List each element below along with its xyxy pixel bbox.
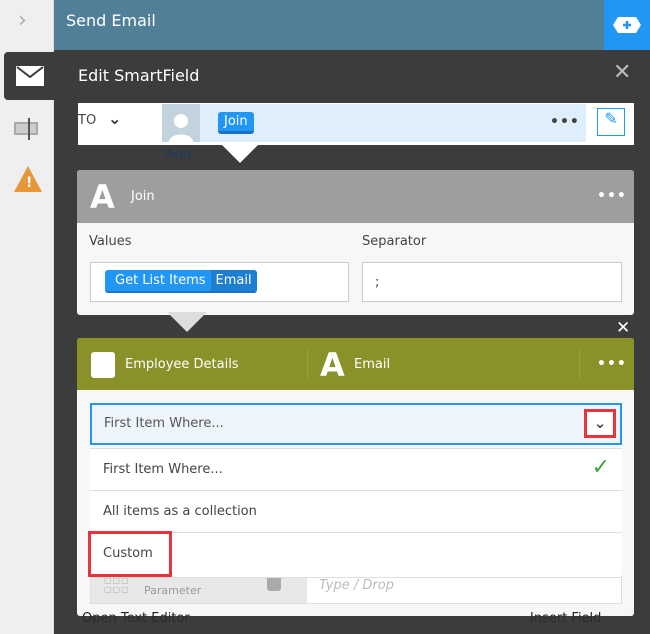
grid-icon: ▢▢▢ ▢▢▢	[104, 576, 130, 594]
source-name: Employee Details	[125, 357, 239, 372]
list-item-chip[interactable]: Get List Items Email	[105, 270, 257, 293]
join-chip[interactable]: Join	[218, 112, 254, 134]
mail-icon	[16, 66, 44, 86]
chevron-right-icon[interactable]: ›	[18, 8, 27, 33]
more-icon[interactable]: •••	[597, 188, 627, 204]
add-badge-icon	[613, 17, 641, 33]
highlight-custom	[88, 531, 172, 577]
text-function-icon: A	[90, 178, 115, 216]
action-title: Send Email	[66, 11, 156, 30]
dialog-title: Edit SmartField	[78, 66, 200, 85]
option-all-items[interactable]: All items as a collection	[90, 491, 622, 533]
option-first-item[interactable]: First Item Where... ✓	[90, 449, 622, 491]
close-icon[interactable]: ✕	[616, 318, 630, 338]
close-icon[interactable]: ✕	[613, 60, 631, 85]
separator-field[interactable]: ;	[362, 262, 622, 302]
separator-label: Separator	[362, 234, 427, 249]
user-icon[interactable]	[162, 104, 200, 142]
chevron-down-icon[interactable]: ⌄	[584, 409, 616, 438]
add-button[interactable]	[604, 0, 650, 50]
text-field-type-icon: A	[320, 346, 345, 384]
box-icon	[91, 352, 115, 378]
join-card: A Join ••• Values Separator ; Get List I…	[77, 170, 634, 315]
more-icon[interactable]: •••	[597, 356, 627, 372]
field-name: Email	[354, 357, 391, 372]
more-icon[interactable]: •••	[550, 114, 580, 130]
mail-tab[interactable]	[4, 52, 56, 100]
values-label: Values	[89, 234, 132, 249]
to-label: TO	[78, 113, 97, 128]
add-link[interactable]: Add	[166, 147, 191, 162]
top-bar: Send Email	[54, 0, 650, 50]
chevron-down-icon[interactable]: ⌄	[108, 109, 121, 128]
edit-pencil-icon[interactable]: ✎	[597, 108, 625, 136]
check-icon: ✓	[591, 455, 610, 480]
mode-dropdown[interactable]: First Item Where...	[90, 403, 622, 445]
card-title: Join	[131, 189, 155, 204]
text-field-icon[interactable]	[14, 118, 40, 140]
